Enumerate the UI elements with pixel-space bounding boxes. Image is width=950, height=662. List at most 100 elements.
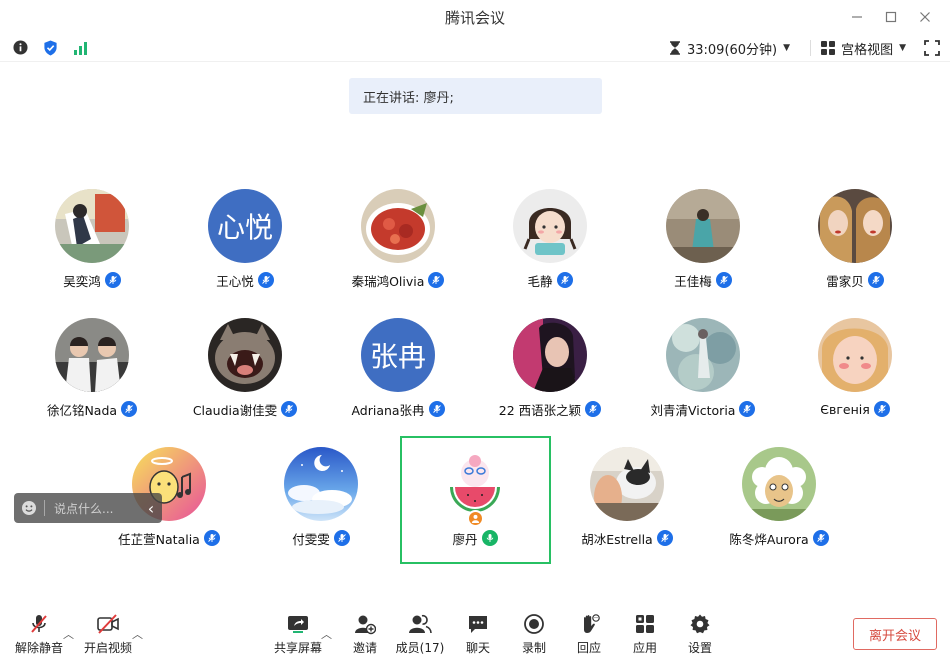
mic-muted-icon — [867, 272, 884, 288]
mic-muted-icon — [428, 272, 445, 288]
mic-muted-icon — [873, 401, 890, 417]
mic-muted-icon — [333, 530, 350, 546]
share-screen-button[interactable]: 共享屏幕 — [268, 612, 328, 656]
maximize-button[interactable] — [874, 6, 908, 28]
participant-tile[interactable]: 徐亿铭Nada — [12, 318, 172, 418]
invite-user-icon — [353, 612, 377, 636]
participant-name: Claudia谢佳雯 — [192, 402, 278, 418]
participant-name: 22 西语张之颖 — [498, 402, 582, 418]
members-label: 成员(17) — [395, 641, 445, 655]
mic-muted-icon — [585, 401, 602, 417]
video-off-icon — [96, 612, 120, 636]
chat-placeholder: 说点什么... — [54, 501, 114, 516]
avatar — [818, 318, 892, 392]
participant-name: Adriana张冉 — [351, 402, 425, 418]
settings-button[interactable]: 设置 — [670, 612, 730, 656]
shield-check-icon[interactable] — [42, 40, 58, 56]
avatar — [590, 447, 664, 521]
participant-tile[interactable]: 雷家贝 — [775, 189, 935, 289]
title-bar: 腾讯会议 — [0, 0, 950, 34]
video-options-chevron-up-icon[interactable]: ︿ — [132, 626, 143, 642]
record-button[interactable]: 录制 — [504, 612, 564, 656]
mic-muted-icon — [281, 401, 298, 417]
host-badge-icon — [467, 510, 484, 527]
members-button[interactable]: 成员(17) — [390, 612, 450, 656]
avatar — [818, 189, 892, 263]
participant-tile[interactable]: Євгенія — [775, 318, 935, 418]
avatar — [55, 318, 129, 392]
leave-meeting-label: 离开会议 — [868, 628, 921, 644]
invite-button[interactable]: 邀请 — [335, 612, 395, 656]
emoji-icon[interactable] — [14, 500, 44, 516]
unmute-button[interactable]: 解除静音 — [9, 612, 69, 656]
signal-icon[interactable] — [72, 40, 88, 56]
reaction-label: 回应 — [576, 641, 601, 655]
fullscreen-button[interactable] — [924, 40, 940, 56]
apps-button[interactable]: 应用 — [615, 612, 675, 656]
participant-tile[interactable]: Claudia谢佳雯 — [165, 318, 325, 418]
view-mode-selector[interactable]: 宫格视图 ▼ — [821, 39, 906, 58]
unmute-label: 解除静音 — [14, 641, 63, 655]
mic-muted-icon — [428, 401, 445, 417]
participant-tile[interactable]: 胡冰Estrella — [547, 447, 707, 547]
leave-meeting-button[interactable]: 离开会议 — [853, 618, 937, 650]
grid-view-icon — [821, 41, 836, 55]
chat-label: 聊天 — [465, 641, 490, 655]
avatar: 张冉 — [361, 318, 435, 392]
gear-icon — [688, 612, 712, 636]
participant-tile[interactable]: 秦瑞鸿Olivia — [318, 189, 478, 289]
participant-tile[interactable]: 王佳梅 — [623, 189, 783, 289]
participant-name: 任芷萱Natalia — [118, 531, 200, 547]
participant-tile[interactable]: 毛静 — [470, 189, 630, 289]
share-options-chevron-up-icon[interactable]: ︿ — [321, 626, 332, 642]
timer-text: 33:09(60分钟) — [686, 42, 778, 58]
members-icon — [408, 612, 432, 636]
participant-name: 徐亿铭Nada — [46, 402, 118, 418]
meeting-timer[interactable]: 33:09(60分钟) ▼ — [669, 39, 800, 58]
start-video-button[interactable]: 开启视频 — [78, 612, 138, 656]
avatar — [361, 189, 435, 263]
mic-muted-icon — [556, 272, 573, 288]
collapse-chevron-icon[interactable]: ‹ — [140, 499, 162, 518]
avatar — [513, 189, 587, 263]
avatar — [55, 189, 129, 263]
mic-active-icon — [481, 530, 498, 546]
avatar-initials: 心悦 — [216, 211, 273, 244]
close-icon — [920, 12, 930, 22]
fullscreen-icon — [924, 40, 940, 56]
participant-tile[interactable]: 张冉 Adriana张冉 — [318, 318, 478, 418]
start-video-label: 开启视频 — [83, 641, 132, 655]
minimize-button[interactable] — [840, 6, 874, 28]
participant-tile[interactable]: 刘青清Victoria — [623, 318, 783, 418]
maximize-icon — [885, 11, 897, 23]
hourglass-icon — [669, 41, 680, 55]
mic-muted-icon — [104, 272, 121, 288]
participant-name: Євгенія — [820, 401, 870, 417]
participant-tile[interactable]: 心悦 王心悦 — [165, 189, 325, 289]
info-bar: 33:09(60分钟) ▼ 宫格视图 ▼ — [0, 34, 950, 62]
participant-tile-active[interactable]: 廖丹 — [395, 447, 555, 547]
avatar — [513, 318, 587, 392]
audio-options-chevron-up-icon[interactable]: ︿ — [63, 626, 74, 642]
reaction-button[interactable]: 回应 — [559, 612, 619, 656]
participant-name: 王心悦 — [216, 273, 254, 289]
avatar — [742, 447, 816, 521]
timer-chevron-down-icon: ▼ — [783, 43, 791, 53]
avatar — [666, 318, 740, 392]
mic-muted-icon — [656, 530, 673, 546]
participant-tile[interactable]: 付雯雯 — [241, 447, 401, 547]
mic-muted-icon — [257, 272, 274, 288]
close-window-button[interactable] — [908, 6, 942, 28]
participant-name: 雷家贝 — [826, 273, 864, 289]
participant-name: 秦瑞鸿Olivia — [351, 273, 425, 289]
view-chevron-down-icon: ▼ — [899, 43, 906, 53]
participant-tile[interactable]: 陈冬烨Aurora — [699, 447, 859, 547]
participant-tile[interactable]: 22 西语张之颖 — [470, 318, 630, 418]
info-icon[interactable] — [12, 40, 28, 56]
view-mode-label: 宫格视图 — [841, 42, 894, 58]
participant-tile[interactable]: 吴奕鸿 — [12, 189, 172, 289]
participant-name: 廖丹 — [452, 531, 478, 547]
quick-chat-input[interactable]: 说点什么... ‹ — [14, 493, 162, 523]
participant-name: 吴奕鸿 — [63, 273, 101, 289]
chat-button[interactable]: 聊天 — [448, 612, 508, 656]
